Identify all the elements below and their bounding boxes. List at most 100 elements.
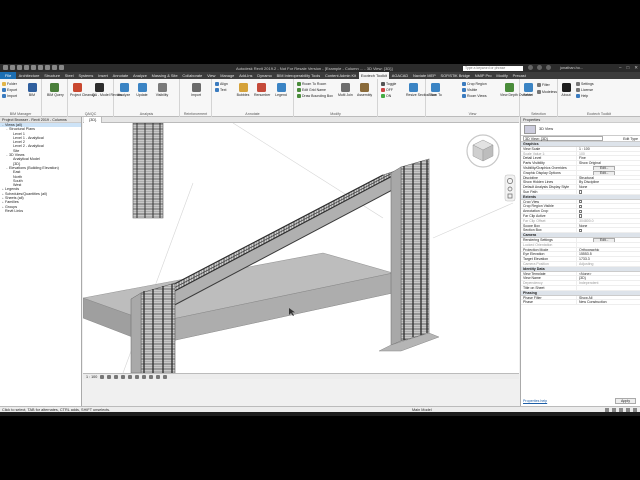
temporary-hide-icon[interactable]: [156, 374, 161, 379]
property-value[interactable]: None: [577, 224, 640, 228]
view-depth-override-button[interactable]: View Depth Override: [500, 83, 532, 97]
property-value[interactable]: Edit...: [577, 165, 640, 170]
shadows-icon[interactable]: [121, 374, 126, 379]
property-value[interactable]: 15553.5: [577, 252, 640, 256]
property-value[interactable]: Fine: [577, 156, 640, 160]
bim-query-button[interactable]: BIM Query: [47, 83, 64, 97]
settings-button[interactable]: Settings: [576, 82, 594, 86]
tab-file[interactable]: File: [0, 72, 17, 79]
update-button[interactable]: Update: [135, 83, 149, 97]
sun-path-icon[interactable]: [114, 374, 119, 379]
edit-type-button[interactable]: Edit Type: [623, 137, 638, 141]
legend-button[interactable]: Legend: [274, 83, 288, 97]
property-value[interactable]: New Construction: [577, 300, 640, 304]
user-name[interactable]: jonathan.ho...: [560, 66, 583, 70]
text-button[interactable]: Text: [215, 88, 226, 92]
maximize-button[interactable]: □: [627, 65, 630, 71]
lock-view-icon[interactable]: [149, 374, 154, 379]
apply-button[interactable]: Apply: [615, 398, 636, 404]
property-checkbox[interactable]: [579, 200, 583, 204]
property-checkbox[interactable]: [579, 214, 583, 218]
off-button[interactable]: OFF: [381, 88, 393, 92]
tab-steel[interactable]: Steel: [62, 72, 76, 79]
visibility-button[interactable]: Visibility: [155, 83, 169, 97]
minimize-button[interactable]: –: [619, 65, 622, 71]
3d-view-icon[interactable]: [52, 65, 57, 70]
tab-precast[interactable]: Precast: [510, 72, 528, 79]
tab-add-ins[interactable]: Add-Ins: [237, 72, 255, 79]
user-icon[interactable]: [546, 65, 551, 70]
bubbles-button[interactable]: Bubbles: [236, 83, 250, 97]
property-value[interactable]: [577, 214, 640, 218]
renumber-button[interactable]: Renumber: [254, 83, 270, 97]
crop-view-icon[interactable]: [135, 374, 140, 379]
redo-icon[interactable]: [24, 65, 29, 70]
property-edit-button[interactable]: Edit...: [593, 170, 616, 175]
tab-insert[interactable]: Insert: [96, 72, 111, 79]
tab-modify[interactable]: Modify: [494, 72, 510, 79]
import-button[interactable]: Import: [2, 94, 17, 98]
property-value[interactable]: [577, 228, 640, 233]
export-button[interactable]: Export: [2, 88, 17, 92]
property-value[interactable]: [577, 200, 640, 204]
instance-selector[interactable]: 3D View: {3D}: [523, 136, 603, 141]
tab-dynamo[interactable]: Dynamo: [255, 72, 274, 79]
3d-view-canvas[interactable]: [83, 123, 519, 373]
view-cube[interactable]: [466, 134, 500, 168]
property-value[interactable]: By Discipline: [577, 180, 640, 184]
close-button[interactable]: ✕: [634, 65, 638, 71]
property-value[interactable]: [577, 190, 640, 194]
draw-bounding-box-button[interactable]: Draw Bounding Box: [297, 94, 333, 98]
property-value[interactable]: Show All: [577, 296, 640, 300]
rebar-button[interactable]: Import: [189, 83, 203, 97]
filter-button[interactable]: Filter: [537, 83, 550, 87]
property-value[interactable]: Structural: [577, 176, 640, 180]
property-edit-button[interactable]: Edit...: [593, 165, 616, 170]
tab-structure[interactable]: Structure: [42, 72, 63, 79]
multi-join-button[interactable]: Multi Join: [338, 83, 353, 97]
property-checkbox[interactable]: [579, 204, 583, 209]
property-value[interactable]: Edit...: [577, 170, 640, 175]
property-edit-button[interactable]: Edit...: [593, 237, 616, 242]
analyze-button[interactable]: Analyze: [117, 83, 131, 97]
reveal-hidden-icon[interactable]: [163, 374, 168, 379]
save-icon[interactable]: [10, 65, 15, 70]
crop-region-button[interactable]: Crop Region: [462, 82, 487, 86]
project-cleanup-button[interactable]: Project Cleanup: [70, 83, 95, 97]
property-value[interactable]: None: [577, 185, 640, 189]
section-icon[interactable]: [59, 65, 64, 70]
about-button[interactable]: About: [559, 83, 573, 97]
tab-collaborate[interactable]: Collaborate: [180, 72, 205, 79]
subscription-icon[interactable]: [537, 65, 542, 70]
render-icon[interactable]: [128, 374, 133, 379]
tab-view[interactable]: View: [205, 72, 218, 79]
qa-model-review-button[interactable]: QA - Model Review: [92, 83, 122, 97]
assembly-button[interactable]: Assembly: [357, 83, 372, 97]
view-scale[interactable]: 1 : 100: [86, 375, 97, 379]
properties-help-link[interactable]: Properties help: [523, 399, 547, 403]
open-icon[interactable]: [3, 65, 8, 70]
property-checkbox[interactable]: [579, 228, 583, 233]
room-to-room-button[interactable]: Room To Room: [297, 82, 326, 86]
type-selector[interactable]: 3D View: [521, 123, 640, 136]
measure-icon[interactable]: [38, 65, 43, 70]
tab-manage[interactable]: Manage: [218, 72, 237, 79]
license-button[interactable]: License: [576, 88, 593, 92]
property-value[interactable]: <None>: [577, 272, 640, 276]
tab-ecotech-toolkit[interactable]: Ecotech Toolkit: [358, 72, 390, 79]
property-checkbox[interactable]: [579, 209, 583, 213]
undo-icon[interactable]: [17, 65, 22, 70]
on-button[interactable]: ON: [381, 94, 391, 98]
show-crop-icon[interactable]: [142, 374, 147, 379]
align-button[interactable]: Align: [215, 82, 228, 86]
tab-systems[interactable]: Systems: [76, 72, 96, 79]
resize-section-box-button[interactable]: Resize Section Box: [406, 83, 436, 97]
text-icon[interactable]: [45, 65, 50, 70]
property-value[interactable]: {3D}: [577, 276, 640, 280]
tab-content-admin-kit[interactable]: Content Admin Kit: [323, 72, 359, 79]
search-icon[interactable]: [528, 65, 533, 70]
tab-bim-interoperability-tools[interactable]: BIM Interoperability Tools: [274, 72, 322, 79]
room-views-button[interactable]: Room Views: [462, 94, 487, 98]
tab-sofistik-bridge[interactable]: SOFiSTiK Bridge: [438, 72, 472, 79]
bim-button[interactable]: BIM: [25, 83, 39, 97]
